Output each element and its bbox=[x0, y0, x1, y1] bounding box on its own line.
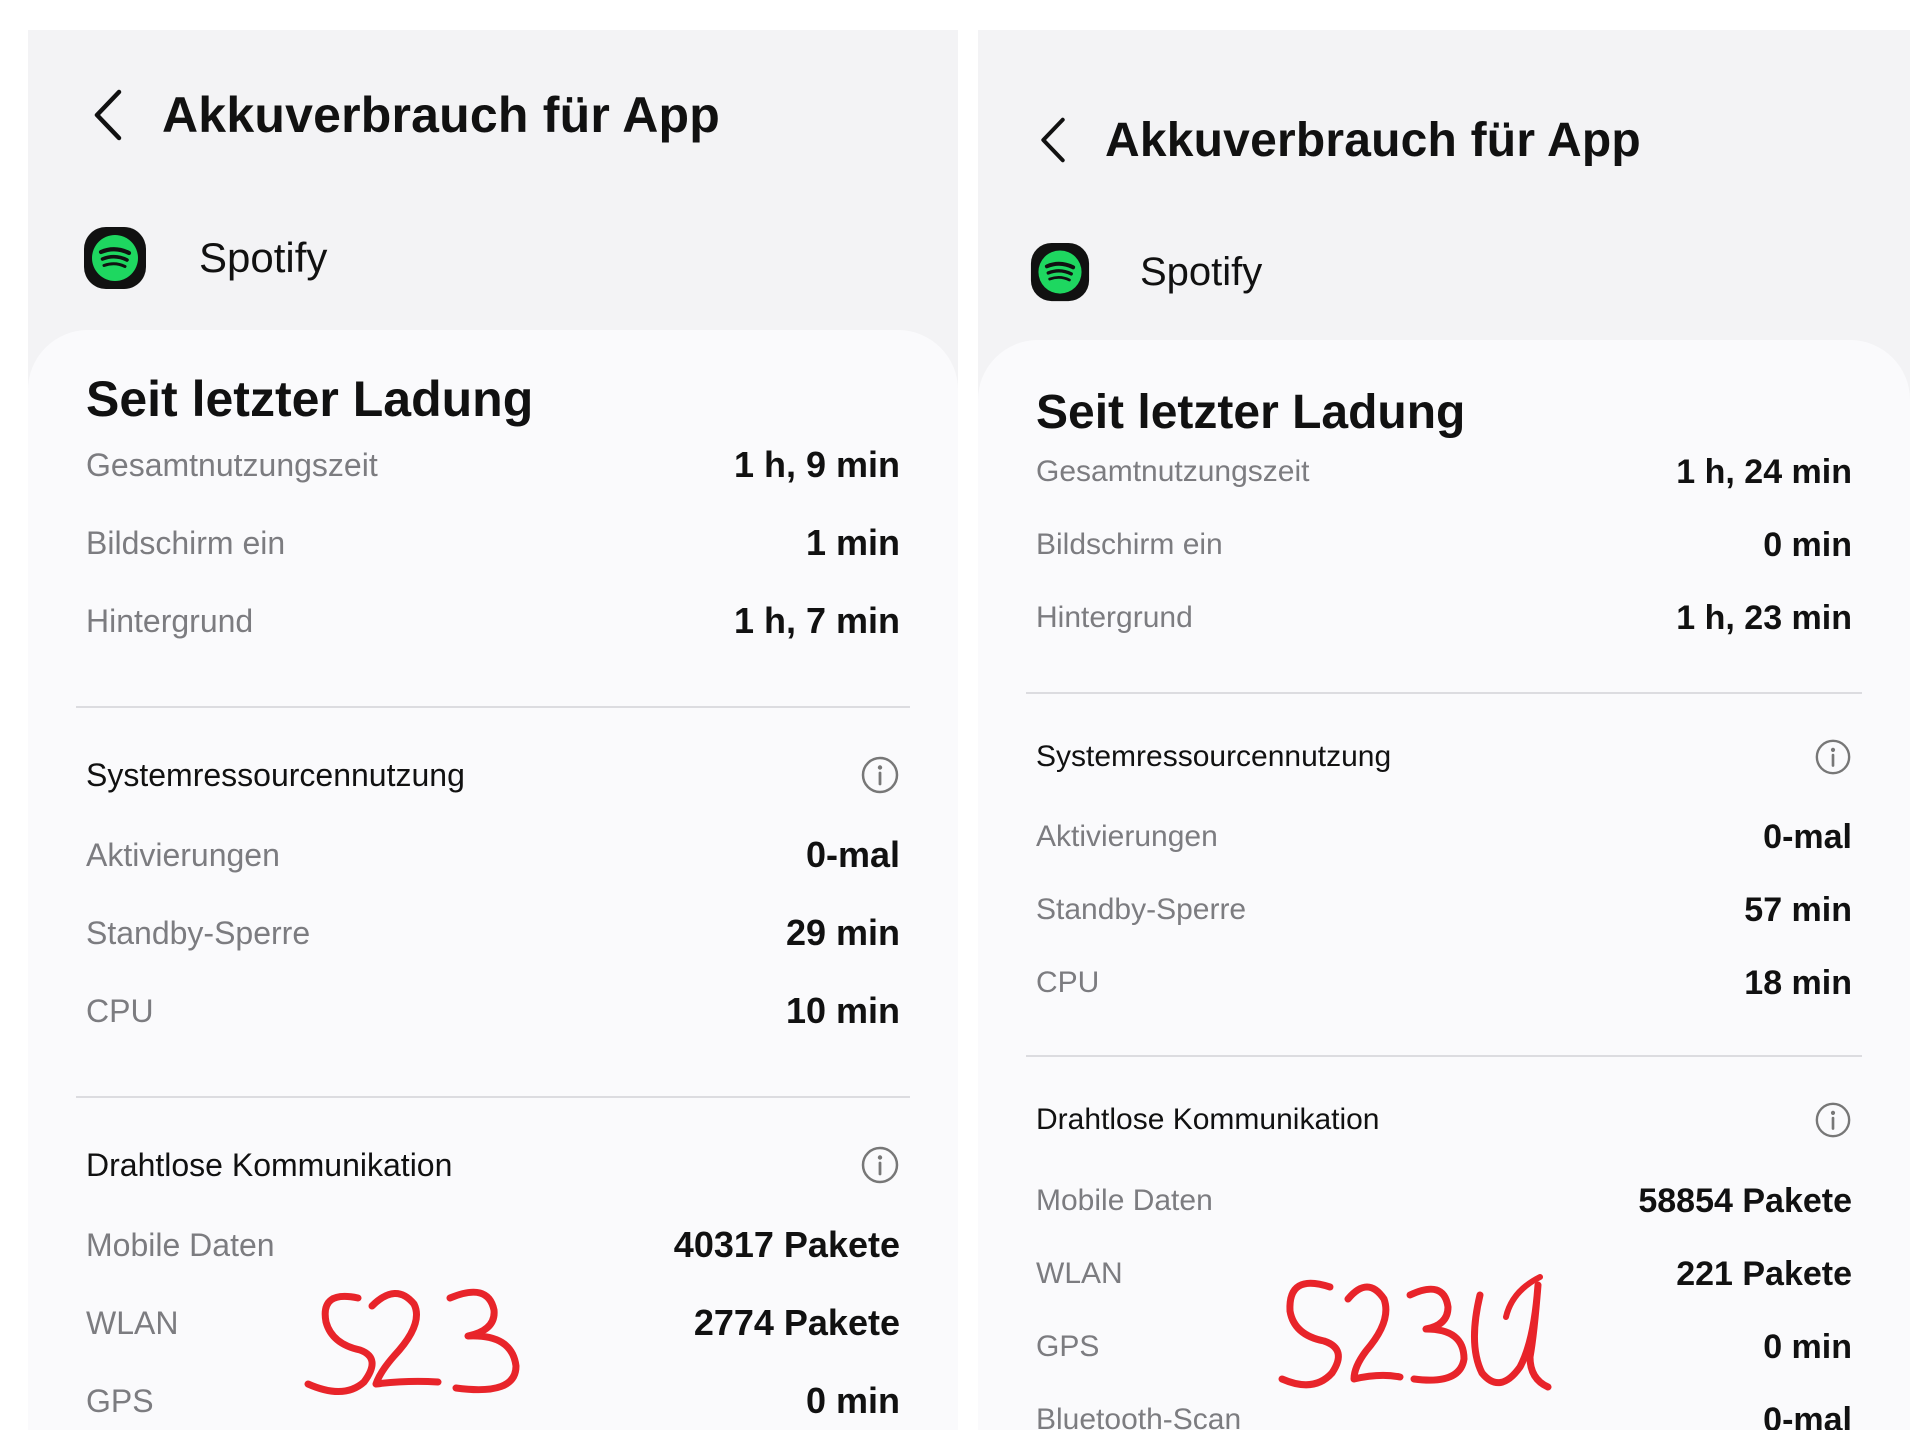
row-label: CPU bbox=[1036, 966, 1100, 999]
divider bbox=[1026, 1055, 1862, 1057]
usage-card: Seit letzter Ladung Gesamtnutzungszeit 1… bbox=[28, 330, 958, 1430]
chevron-left-icon bbox=[94, 89, 122, 141]
usage-row-total: Gesamtnutzungszeit 1 h, 24 min bbox=[1036, 447, 1852, 497]
battery-panel-left: Akkuverbrauch für App Spotify Seit letzt… bbox=[28, 30, 958, 1430]
system-row-cpu: CPU 18 min bbox=[1036, 958, 1852, 1008]
info-icon[interactable] bbox=[1814, 738, 1852, 776]
app-row: Spotify bbox=[1030, 242, 1262, 302]
section-title: Seit letzter Ladung bbox=[86, 371, 534, 427]
row-label: Aktivierungen bbox=[1036, 820, 1218, 853]
row-label: Mobile Daten bbox=[86, 1226, 275, 1263]
row-label: Bluetooth-Scan bbox=[1036, 1403, 1242, 1430]
group-title: Drahtlose Kommunikation bbox=[86, 1146, 453, 1183]
row-label: Mobile Daten bbox=[1036, 1184, 1213, 1217]
row-value: 1 h, 7 min bbox=[733, 600, 900, 641]
wireless-header: Drahtlose Kommunikation bbox=[1036, 1095, 1852, 1145]
system-row-activations: Aktivierungen 0-mal bbox=[1036, 812, 1852, 862]
row-label: GPS bbox=[1036, 1330, 1100, 1363]
info-icon[interactable] bbox=[860, 1145, 900, 1185]
usage-row-screen-on: Bildschirm ein 1 min bbox=[86, 518, 900, 568]
row-value: 18 min bbox=[1744, 963, 1852, 1002]
row-value: 1 h, 24 min bbox=[1676, 452, 1852, 491]
system-row-activations: Aktivierungen 0-mal bbox=[86, 830, 900, 880]
wireless-row-mobile-data: Mobile Daten 58854 Pakete bbox=[1036, 1176, 1852, 1226]
app-name: Spotify bbox=[1140, 249, 1263, 294]
usage-row-background: Hintergrund 1 h, 23 min bbox=[1036, 593, 1852, 643]
row-value: 1 min bbox=[805, 522, 900, 563]
row-label: Gesamtnutzungszeit bbox=[86, 446, 378, 483]
wireless-row-wlan: WLAN 221 Pakete bbox=[1036, 1249, 1852, 1299]
header: Akkuverbrauch für App bbox=[78, 85, 720, 145]
system-row-standby-lock: Standby-Sperre 29 min bbox=[86, 908, 900, 958]
system-row-cpu: CPU 10 min bbox=[86, 986, 900, 1036]
page-title: Akkuverbrauch für App bbox=[162, 87, 721, 143]
header: Akkuverbrauch für App bbox=[1023, 110, 1641, 170]
wireless-row-wlan: WLAN 2774 Pakete bbox=[86, 1298, 900, 1348]
row-label: CPU bbox=[86, 992, 154, 1029]
section-title: Seit letzter Ladung bbox=[1036, 386, 1466, 439]
system-row-standby-lock: Standby-Sperre 57 min bbox=[1036, 885, 1852, 935]
row-value: 40317 Pakete bbox=[673, 1224, 900, 1265]
row-value: 10 min bbox=[785, 990, 900, 1031]
back-button[interactable] bbox=[78, 85, 138, 145]
wireless-row-bluetooth-scan: Bluetooth-Scan 0-mal bbox=[1036, 1395, 1852, 1431]
row-label: Hintergrund bbox=[1036, 601, 1193, 634]
row-label: Aktivierungen bbox=[86, 836, 280, 873]
row-value: 1 h, 23 min bbox=[1676, 598, 1852, 637]
row-value: 0-mal bbox=[805, 834, 900, 875]
info-icon[interactable] bbox=[860, 755, 900, 795]
group-title: Systemressourcennutzung bbox=[1036, 740, 1392, 773]
row-value: 2774 Pakete bbox=[693, 1302, 900, 1343]
row-label: Bildschirm ein bbox=[1036, 528, 1223, 561]
usage-card: Seit letzter Ladung Gesamtnutzungszeit 1… bbox=[978, 340, 1910, 1430]
row-label: Standby-Sperre bbox=[86, 914, 311, 951]
back-button[interactable] bbox=[1023, 110, 1083, 170]
row-value: 57 min bbox=[1744, 890, 1852, 929]
row-label: WLAN bbox=[1036, 1257, 1123, 1290]
info-icon[interactable] bbox=[1814, 1101, 1852, 1139]
row-value: 0-mal bbox=[1763, 817, 1852, 856]
row-value: 0 min bbox=[805, 1380, 900, 1421]
wireless-row-gps: GPS 0 min bbox=[1036, 1322, 1852, 1372]
row-value: 221 Pakete bbox=[1676, 1254, 1852, 1293]
spotify-icon bbox=[84, 227, 146, 289]
wireless-row-gps: GPS 0 min bbox=[86, 1376, 900, 1426]
wireless-header: Drahtlose Kommunikation bbox=[86, 1140, 900, 1190]
group-title: Drahtlose Kommunikation bbox=[1036, 1103, 1380, 1136]
app-row: Spotify bbox=[83, 226, 327, 290]
wireless-row-mobile-data: Mobile Daten 40317 Pakete bbox=[86, 1220, 900, 1270]
group-title: Systemressourcennutzung bbox=[86, 756, 465, 793]
page-title: Akkuverbrauch für App bbox=[1105, 113, 1641, 167]
row-value: 58854 Pakete bbox=[1638, 1181, 1852, 1220]
row-label: Standby-Sperre bbox=[1036, 893, 1247, 926]
row-value: 0-mal bbox=[1763, 1400, 1852, 1431]
app-name: Spotify bbox=[199, 234, 328, 281]
system-resources-header: Systemressourcennutzung bbox=[86, 750, 900, 800]
spotify-icon bbox=[1030, 242, 1090, 302]
chevron-left-icon bbox=[1041, 117, 1065, 163]
battery-panel-right: Akkuverbrauch für App Spotify Seit letzt… bbox=[978, 30, 1910, 1430]
divider bbox=[76, 1096, 910, 1098]
row-label: Hintergrund bbox=[86, 602, 254, 639]
row-value: 29 min bbox=[785, 912, 900, 953]
usage-row-screen-on: Bildschirm ein 0 min bbox=[1036, 520, 1852, 570]
divider bbox=[1026, 692, 1862, 694]
system-resources-header: Systemressourcennutzung bbox=[1036, 732, 1852, 782]
row-value: 0 min bbox=[1763, 1327, 1852, 1366]
row-value: 1 h, 9 min bbox=[733, 444, 900, 485]
row-label: WLAN bbox=[86, 1304, 179, 1341]
row-value: 0 min bbox=[1763, 525, 1852, 564]
usage-row-total: Gesamtnutzungszeit 1 h, 9 min bbox=[86, 440, 900, 490]
row-label: GPS bbox=[86, 1382, 154, 1419]
row-label: Gesamtnutzungszeit bbox=[1036, 455, 1310, 488]
row-label: Bildschirm ein bbox=[86, 524, 286, 561]
usage-row-background: Hintergrund 1 h, 7 min bbox=[86, 596, 900, 646]
divider bbox=[76, 706, 910, 708]
